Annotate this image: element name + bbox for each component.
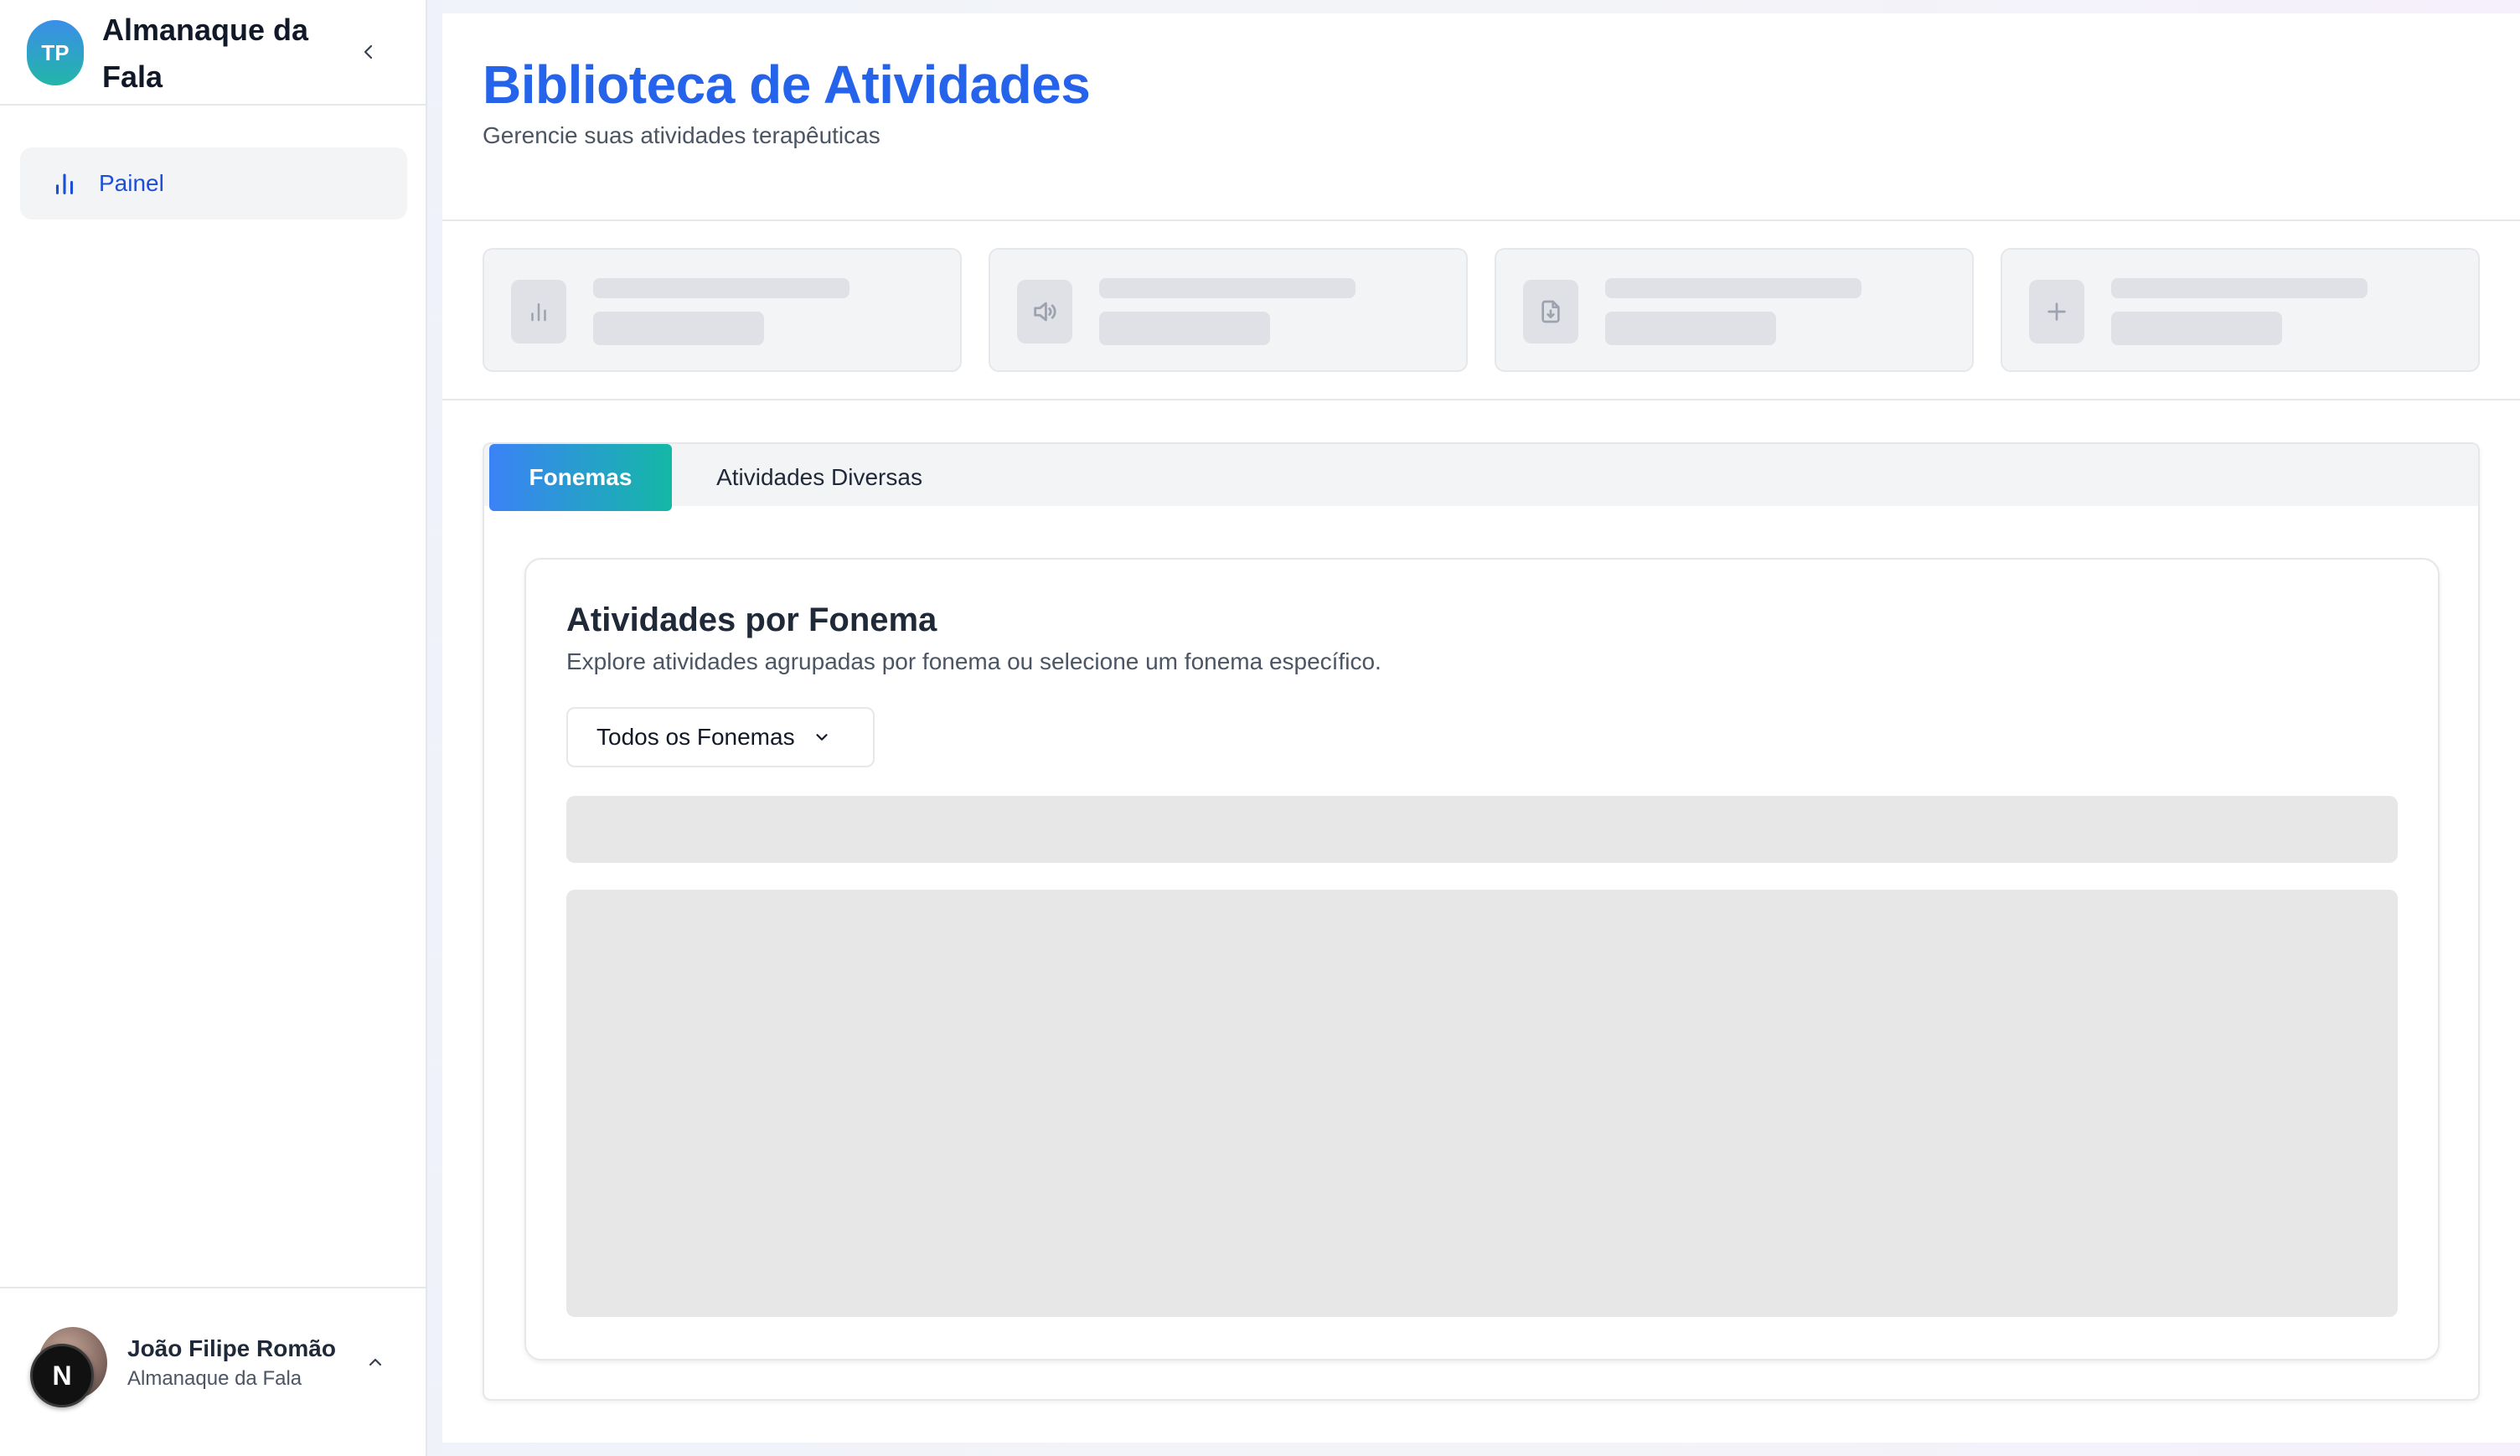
chevron-up-icon [369, 1358, 382, 1366]
app-name: Almanaque da Fala [102, 13, 309, 94]
stat-card-loading [1495, 248, 1974, 372]
volume-icon [1034, 302, 1056, 322]
fonema-select-value: Todos os Fonemas [596, 724, 795, 750]
user-menu[interactable]: N João Filipe Romão Almanaque da Fala [0, 1287, 426, 1456]
bar-chart-icon [55, 173, 74, 194]
fonema-card: Atividades por Fonema Explore atividades… [524, 558, 2440, 1360]
app-logo: TP [27, 20, 84, 85]
skeleton-line [1099, 312, 1270, 345]
tab-fonemas[interactable]: Fonemas [489, 444, 672, 511]
chevron-down-icon [810, 725, 834, 749]
sidebar-item-label: Painel [99, 170, 164, 196]
stat-card-loading [989, 248, 1468, 372]
stat-icon-box [2029, 280, 2084, 343]
bar-chart-icon [531, 303, 546, 322]
skeleton-line [1605, 312, 1776, 345]
file-download-icon [1541, 300, 1560, 323]
skeleton-line [2111, 278, 2368, 298]
stat-icon-box [1017, 280, 1072, 343]
user-organization: Almanaque da Fala [127, 1367, 302, 1390]
page-header: Biblioteca de Atividades Gerencie suas a… [442, 13, 2520, 221]
skeleton-content [566, 890, 2398, 1317]
avatar-group: N [30, 1327, 107, 1407]
user-menu-toggle[interactable] [360, 1347, 390, 1377]
user-badge: N [30, 1344, 94, 1407]
skeleton-bar [566, 796, 2398, 863]
sidebar-header: TP Almanaque da Fala [0, 0, 426, 106]
collapse-sidebar-button[interactable] [352, 34, 385, 70]
page-title: Biblioteca de Atividades [483, 54, 1091, 115]
tabs-panel: Fonemas Atividades Diversas Atividades p… [483, 442, 2480, 1401]
plus-icon [2048, 302, 2066, 321]
sidebar: TP Almanaque da Fala Painel N João Filip… [0, 0, 427, 1456]
fonema-select[interactable]: Todos os Fonemas [566, 707, 875, 767]
skeleton-line [1099, 278, 1356, 298]
sidebar-item-painel[interactable]: Painel [20, 147, 407, 219]
skeleton-line [593, 312, 764, 345]
tab-atividades-diversas[interactable]: Atividades Diversas [694, 444, 945, 511]
main-content: Biblioteca de Atividades Gerencie suas a… [442, 13, 2520, 1443]
section-description: Explore atividades agrupadas por fonema … [566, 648, 1381, 674]
chevron-left-icon [364, 44, 373, 59]
stat-card-loading [483, 248, 962, 372]
section-title: Atividades por Fonema [566, 602, 937, 638]
stat-icon-box [511, 280, 566, 343]
skeleton-line [1605, 278, 1862, 298]
stat-icon-box [1523, 280, 1578, 343]
skeleton-line [2111, 312, 2282, 345]
user-name: João Filipe Romão [127, 1335, 336, 1361]
skeleton-line [593, 278, 849, 298]
page-subtitle: Gerencie suas atividades terapêuticas [483, 122, 880, 148]
stat-card-loading [2001, 248, 2480, 372]
